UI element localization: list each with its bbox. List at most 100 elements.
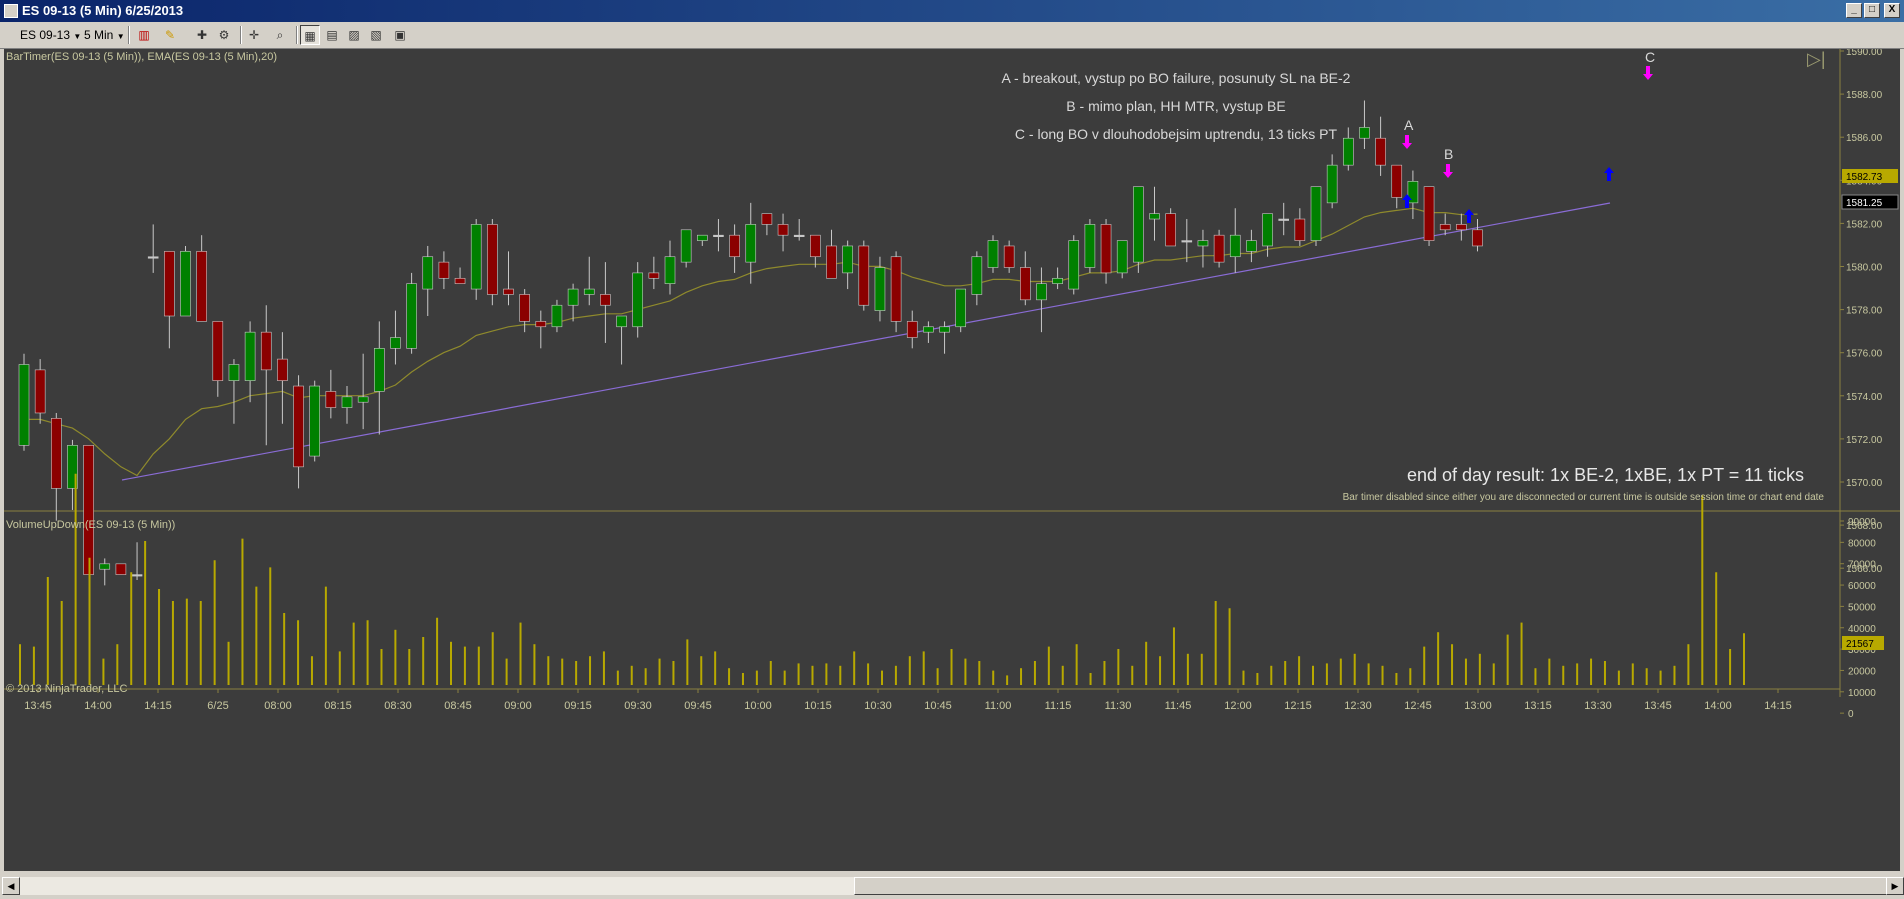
price-tick-label: 1586.00 [1846, 133, 1883, 144]
marker-label-c: C [1645, 49, 1656, 65]
candle-down [260, 331, 272, 371]
interval-label: 5 Min [84, 28, 114, 42]
volume-tick-label: 40000 [1848, 624, 1876, 635]
maximize-button[interactable]: □ [1864, 3, 1880, 18]
candle-down [487, 224, 498, 295]
crosshair-icon[interactable]: ✛ [244, 25, 264, 45]
candle-up [99, 563, 111, 570]
candle-down [729, 234, 740, 258]
candle-up [664, 256, 676, 284]
properties-icon[interactable]: ▣ [390, 25, 410, 45]
scroll-right-icon[interactable]: ▶ [1886, 877, 1904, 895]
candle-down [50, 418, 62, 489]
data-box-icon[interactable]: ▤ [322, 25, 342, 45]
candle-up [680, 229, 692, 263]
candle-up [1068, 240, 1080, 290]
candle-up [1052, 277, 1063, 284]
candle-up [874, 267, 886, 311]
candle-up [341, 396, 353, 408]
candle-down [713, 234, 724, 237]
time-tick-label: 09:30 [624, 700, 652, 712]
interval-selector[interactable]: 5 Min ▼ [84, 27, 125, 43]
candle-up [1310, 186, 1322, 241]
candle-down [196, 251, 207, 322]
title-bar[interactable]: ES 09-13 (5 Min) 6/25/2013 _ □ X [0, 0, 1904, 22]
time-tick-label: 11:00 [985, 700, 1012, 712]
candle-down [535, 321, 547, 328]
time-tick-label: 10:15 [804, 700, 832, 712]
candle-up [971, 256, 983, 295]
candle-up [745, 224, 757, 263]
snapshot-icon[interactable]: ▨ [344, 25, 364, 45]
indicator-icon[interactable]: ✚ [192, 25, 212, 45]
price-tick-label: 1588.00 [1846, 90, 1883, 101]
chart-trader-icon[interactable]: ▦ [300, 25, 320, 45]
price-tick-label: 1590.00 [1846, 49, 1883, 58]
time-tick-label: 13:00 [1464, 700, 1492, 712]
time-tick-label: 12:30 [1344, 700, 1372, 712]
instrument-selector[interactable]: ES 09-13 ▼ [20, 27, 81, 43]
candle-down [906, 321, 918, 338]
scroll-thumb[interactable] [854, 877, 1888, 895]
volume-tick-label: 50000 [1848, 602, 1876, 613]
toolbar-separator [240, 26, 242, 44]
candle-down [1278, 218, 1289, 221]
price-volume-chart[interactable]: 1590.001588.001586.001584.001582.001580.… [4, 47, 1900, 871]
minimize-button[interactable]: _ [1846, 3, 1862, 18]
candle-up [180, 251, 191, 317]
candle-up [422, 256, 434, 290]
instrument-label: ES 09-13 [20, 28, 71, 42]
draw-tool-icon[interactable]: ✎ [160, 25, 180, 45]
chart-toolbar: ES 09-13 ▼ 5 Min ▼ ▥ ✎ ✚ ⚙ ✛ ⌕ ▦ ▤ ▨ ▧ ▣ [0, 22, 1904, 49]
candle-down [325, 391, 337, 408]
scroll-to-end-icon[interactable]: ▷| [1807, 49, 1826, 70]
app-icon [4, 4, 18, 18]
time-tick-label: 14:00 [1704, 700, 1732, 712]
candle-down [777, 224, 789, 236]
candle-down [1003, 245, 1015, 268]
chart-area[interactable]: 1590.001588.001586.001584.001582.001580.… [4, 47, 1900, 871]
candle-down [1294, 218, 1306, 241]
price-panel-label: BarTimer(ES 09-13 (5 Min)), EMA(ES 09-13… [6, 51, 277, 63]
time-tick-label: 08:30 [384, 700, 412, 712]
time-tick-label: 09:00 [504, 700, 532, 712]
candle-down [1423, 186, 1435, 241]
time-tick-label: 12:45 [1404, 700, 1432, 712]
candle-down [1165, 213, 1176, 247]
candle-up [1229, 234, 1241, 258]
candle-down [519, 294, 530, 322]
note-b: B - mimo plan, HH MTR, vystup BE [1066, 98, 1286, 114]
print-icon[interactable]: ▧ [366, 25, 386, 45]
candle-down [1391, 164, 1403, 198]
time-tick-label: 13:15 [1524, 700, 1552, 712]
candle-up [1116, 240, 1128, 274]
volume-tick-label: 20000 [1848, 666, 1876, 677]
candle-down [1472, 229, 1483, 247]
candle-up [1197, 240, 1209, 247]
volume-tick-label: 70000 [1848, 560, 1876, 571]
time-tick-label: 13:30 [1584, 700, 1612, 712]
chart-window: ES 09-13 (5 Min) 6/25/2013 _ □ X ES 09-1… [0, 0, 1904, 899]
time-tick-label: 12:00 [1224, 700, 1252, 712]
time-tick-label: 08:00 [264, 700, 292, 712]
candle-down [277, 358, 288, 381]
result-text: end of day result: 1x BE-2, 1xBE, 1x PT … [1406, 465, 1804, 485]
price-tick-label: 1574.00 [1846, 392, 1883, 403]
chart-background [4, 49, 1900, 871]
price-tick-label: 1578.00 [1846, 306, 1883, 317]
close-button[interactable]: X [1884, 3, 1900, 18]
zoom-icon[interactable]: ⌕ [270, 25, 290, 45]
candle-up [567, 288, 579, 306]
marker-label-a: A [1404, 117, 1414, 133]
strategy-icon[interactable]: ⚙ [214, 25, 234, 45]
candle-down [826, 245, 837, 279]
volume-tick-label: 10000 [1848, 688, 1876, 699]
candle-down [648, 272, 660, 279]
bar-type-icon[interactable]: ▥ [134, 25, 154, 45]
candle-down [131, 574, 143, 577]
scroll-left-icon[interactable]: ◀ [2, 877, 20, 895]
horizontal-scrollbar[interactable]: ◀ ▶ [0, 871, 1904, 899]
candle-down [1456, 224, 1467, 231]
candle-up [1343, 137, 1354, 166]
time-tick-label: 12:15 [1284, 700, 1312, 712]
